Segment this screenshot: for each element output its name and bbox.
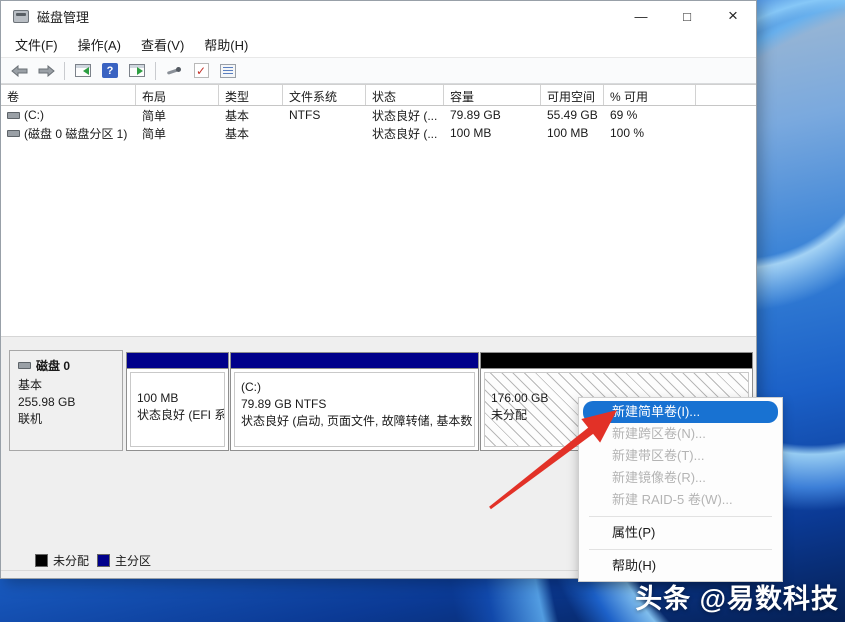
window-controls: — □ ×: [618, 1, 756, 31]
col-capacity[interactable]: 容量: [444, 85, 541, 105]
partition-size: 79.89 GB NTFS: [241, 396, 474, 413]
partition-size: 100 MB: [137, 379, 224, 407]
disk-size: 255.98 GB: [18, 394, 122, 411]
cell-type: 基本: [219, 125, 283, 142]
window-title: 磁盘管理: [37, 7, 89, 26]
disk-type: 基本: [18, 377, 122, 394]
cell-capacity: 79.89 GB: [444, 108, 541, 122]
minimize-button[interactable]: —: [618, 1, 664, 31]
legend-label: 未分配: [53, 552, 89, 569]
volume-list-view-icon[interactable]: [71, 60, 95, 82]
col-layout[interactable]: 布局: [136, 85, 219, 105]
menu-item-help[interactable]: 帮助(H): [579, 555, 782, 577]
col-fs[interactable]: 文件系统: [283, 85, 366, 105]
volume-table-header: 卷 布局 类型 文件系统 状态 容量 可用空间 % 可用: [1, 84, 756, 106]
table-row[interactable]: (磁盘 0 磁盘分区 1) 简单 基本 状态良好 (... 100 MB 100…: [1, 124, 756, 142]
graphical-view-icon[interactable]: [125, 60, 149, 82]
menu-help[interactable]: 帮助(H): [196, 32, 256, 57]
legend-label: 主分区: [115, 552, 151, 569]
disk-status: 联机: [18, 411, 122, 428]
menu-action[interactable]: 操作(A): [70, 32, 129, 57]
menu-separator: [589, 549, 772, 550]
cell-status: 状态良好 (...: [366, 125, 444, 142]
cell-pct: 100 %: [604, 126, 696, 140]
toolbar-separator: [64, 62, 65, 80]
menu-file[interactable]: 文件(F): [7, 32, 66, 57]
watermark: 头条 @易数科技: [635, 577, 839, 616]
cell-type: 基本: [219, 107, 283, 124]
cell-capacity: 100 MB: [444, 126, 541, 140]
close-button[interactable]: ×: [710, 1, 756, 31]
menu-item-properties[interactable]: 属性(P): [579, 522, 782, 544]
menu-view[interactable]: 查看(V): [133, 32, 192, 57]
col-pct[interactable]: % 可用: [604, 85, 696, 105]
col-type[interactable]: 类型: [219, 85, 283, 105]
partition-stripe: [231, 353, 478, 369]
col-free[interactable]: 可用空间: [541, 85, 604, 105]
table-row[interactable]: (C:) 简单 基本 NTFS 状态良好 (... 79.89 GB 55.49…: [1, 106, 756, 124]
toolbar-separator: [155, 62, 156, 80]
legend-primary: 主分区: [97, 552, 151, 569]
disk-name: 磁盘 0: [36, 357, 70, 374]
screen: 磁盘管理 — □ × 文件(F) 操作(A) 查看(V) 帮助(H): [0, 0, 845, 622]
volume-list-panel: 卷 布局 类型 文件系统 状态 容量 可用空间 % 可用 (C:) 简单 基本 …: [1, 84, 756, 336]
menu-item-new-mirrored-volume: 新建镜像卷(R)...: [579, 467, 782, 489]
volume-icon: [7, 130, 20, 137]
legend-swatch-unallocated: [35, 554, 48, 567]
cell-pct: 69 %: [604, 108, 696, 122]
properties-list-icon[interactable]: [216, 60, 240, 82]
volume-icon: [7, 112, 20, 119]
cell-layout: 简单: [136, 107, 219, 124]
cell-free: 100 MB: [541, 126, 604, 140]
cell-layout: 简单: [136, 125, 219, 142]
partition-stripe: [481, 353, 752, 369]
menu-item-new-raid5-volume: 新建 RAID-5 卷(W)...: [579, 489, 782, 511]
legend-unallocated: 未分配: [35, 552, 89, 569]
menu-bar: 文件(F) 操作(A) 查看(V) 帮助(H): [1, 31, 756, 58]
commit-check-icon[interactable]: ✓: [189, 60, 213, 82]
cell-status: 状态良好 (...: [366, 107, 444, 124]
disk-icon: [18, 362, 31, 369]
cell-fs: NTFS: [283, 108, 366, 122]
help-icon[interactable]: ?: [98, 60, 122, 82]
partition-label: (C:): [241, 379, 474, 396]
partition-status: 状态良好 (启动, 页面文件, 故障转储, 基本数: [241, 413, 474, 430]
forward-icon[interactable]: [34, 60, 58, 82]
col-status[interactable]: 状态: [366, 85, 444, 105]
menu-item-new-striped-volume: 新建带区卷(T)...: [579, 445, 782, 467]
partition-efi[interactable]: 100 MB 状态良好 (EFI 系: [126, 352, 229, 451]
menu-item-new-spanned-volume: 新建跨区卷(N)...: [579, 423, 782, 445]
col-empty: [696, 85, 756, 105]
toolbar: ? ✓: [1, 58, 756, 84]
cell-volume: (C:): [24, 108, 44, 122]
context-menu: 新建简单卷(I)... 新建跨区卷(N)... 新建带区卷(T)... 新建镜像…: [578, 397, 783, 582]
disk0-info-box[interactable]: 磁盘 0 基本 255.98 GB 联机: [9, 350, 123, 451]
partition-stripe: [127, 353, 228, 369]
menu-separator: [589, 516, 772, 517]
legend-swatch-primary: [97, 554, 110, 567]
col-volume[interactable]: 卷: [1, 85, 136, 105]
cell-free: 55.49 GB: [541, 108, 604, 122]
partition-status: 状态良好 (EFI 系: [137, 407, 224, 424]
rescan-wand-icon[interactable]: [162, 60, 186, 82]
titlebar: 磁盘管理 — □ ×: [1, 1, 756, 31]
cell-volume: (磁盘 0 磁盘分区 1): [24, 125, 127, 142]
partition-c[interactable]: (C:) 79.89 GB NTFS 状态良好 (启动, 页面文件, 故障转储,…: [230, 352, 479, 451]
back-icon[interactable]: [7, 60, 31, 82]
menu-item-new-simple-volume[interactable]: 新建简单卷(I)...: [583, 401, 778, 423]
app-icon: [13, 10, 29, 23]
maximize-button[interactable]: □: [664, 1, 710, 31]
